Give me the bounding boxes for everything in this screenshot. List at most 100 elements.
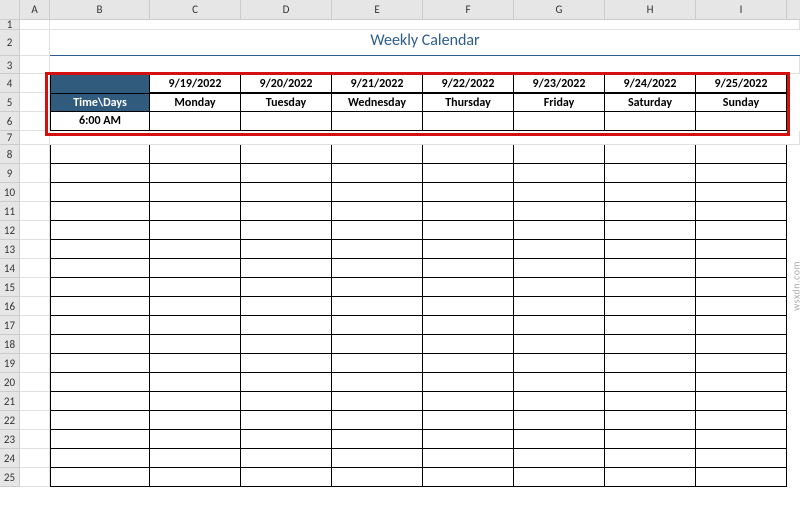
- calendar-cell[interactable]: [423, 430, 514, 449]
- calendar-cell[interactable]: [514, 411, 605, 430]
- calendar-cell[interactable]: [241, 112, 332, 131]
- calendar-cell[interactable]: [332, 468, 423, 487]
- calendar-cell[interactable]: [605, 468, 696, 487]
- calendar-cell[interactable]: [150, 468, 241, 487]
- day-header[interactable]: Wednesday: [332, 93, 423, 112]
- calendar-cell[interactable]: [50, 335, 150, 354]
- calendar-cell[interactable]: [50, 392, 150, 411]
- calendar-cell[interactable]: [696, 373, 787, 392]
- calendar-cell[interactable]: [241, 278, 332, 297]
- calendar-cell[interactable]: [241, 354, 332, 373]
- calendar-cell[interactable]: [241, 335, 332, 354]
- calendar-cell[interactable]: [696, 240, 787, 259]
- calendar-cell[interactable]: [605, 297, 696, 316]
- calendar-cell[interactable]: [150, 449, 241, 468]
- calendar-cell[interactable]: [150, 392, 241, 411]
- calendar-cell[interactable]: [605, 240, 696, 259]
- calendar-cell[interactable]: [514, 221, 605, 240]
- calendar-cell[interactable]: [150, 240, 241, 259]
- row-header-8[interactable]: 8: [0, 145, 20, 164]
- calendar-cell[interactable]: [696, 411, 787, 430]
- col-header-e[interactable]: E: [332, 0, 423, 19]
- calendar-cell[interactable]: [150, 183, 241, 202]
- calendar-cell[interactable]: [150, 411, 241, 430]
- calendar-cell[interactable]: [696, 316, 787, 335]
- calendar-cell[interactable]: [514, 354, 605, 373]
- calendar-cell[interactable]: [696, 164, 787, 183]
- calendar-cell[interactable]: [332, 430, 423, 449]
- calendar-cell[interactable]: [332, 221, 423, 240]
- calendar-cell[interactable]: [241, 221, 332, 240]
- col-header-g[interactable]: G: [514, 0, 605, 19]
- calendar-cell[interactable]: [241, 392, 332, 411]
- calendar-cell[interactable]: [332, 449, 423, 468]
- calendar-cell[interactable]: [605, 354, 696, 373]
- row-header-6[interactable]: 6: [0, 112, 20, 131]
- calendar-cell[interactable]: [605, 145, 696, 164]
- header-blank-cell[interactable]: [50, 74, 150, 93]
- row-header-9[interactable]: 9: [0, 164, 20, 183]
- day-header[interactable]: Saturday: [605, 93, 696, 112]
- calendar-cell[interactable]: [605, 392, 696, 411]
- calendar-cell[interactable]: [241, 430, 332, 449]
- calendar-cell[interactable]: [605, 430, 696, 449]
- calendar-cell[interactable]: [150, 335, 241, 354]
- date-header[interactable]: 9/25/2022: [696, 74, 787, 93]
- calendar-cell[interactable]: [696, 468, 787, 487]
- calendar-cell[interactable]: [50, 316, 150, 335]
- calendar-cell[interactable]: [50, 449, 150, 468]
- calendar-cell[interactable]: [150, 316, 241, 335]
- calendar-cell[interactable]: [150, 373, 241, 392]
- page-title[interactable]: Weekly Calendar: [50, 30, 800, 56]
- calendar-cell[interactable]: [514, 316, 605, 335]
- calendar-cell[interactable]: [50, 202, 150, 221]
- calendar-cell[interactable]: [423, 373, 514, 392]
- calendar-cell[interactable]: [332, 297, 423, 316]
- calendar-cell[interactable]: [514, 240, 605, 259]
- calendar-cell[interactable]: [514, 430, 605, 449]
- day-header[interactable]: Thursday: [423, 93, 514, 112]
- row-header-14[interactable]: 14: [0, 259, 20, 278]
- calendar-cell[interactable]: [423, 164, 514, 183]
- calendar-cell[interactable]: [605, 112, 696, 131]
- row-header-10[interactable]: 10: [0, 183, 20, 202]
- calendar-cell[interactable]: [423, 468, 514, 487]
- day-header[interactable]: Tuesday: [241, 93, 332, 112]
- calendar-cell[interactable]: [605, 373, 696, 392]
- calendar-cell[interactable]: [696, 221, 787, 240]
- calendar-cell[interactable]: [423, 259, 514, 278]
- calendar-cell[interactable]: [241, 411, 332, 430]
- calendar-cell[interactable]: [332, 373, 423, 392]
- calendar-cell[interactable]: [514, 468, 605, 487]
- calendar-cell[interactable]: [150, 164, 241, 183]
- row-header-15[interactable]: 15: [0, 278, 20, 297]
- calendar-cell[interactable]: [150, 354, 241, 373]
- calendar-cell[interactable]: [423, 449, 514, 468]
- calendar-cell[interactable]: [423, 411, 514, 430]
- row-header-13[interactable]: 13: [0, 240, 20, 259]
- calendar-cell[interactable]: [50, 183, 150, 202]
- col-header-i[interactable]: I: [696, 0, 787, 19]
- calendar-cell[interactable]: [332, 164, 423, 183]
- calendar-cell[interactable]: [423, 354, 514, 373]
- calendar-cell[interactable]: [241, 373, 332, 392]
- calendar-cell[interactable]: [332, 183, 423, 202]
- calendar-cell[interactable]: [241, 240, 332, 259]
- calendar-cell[interactable]: [423, 112, 514, 131]
- calendar-cell[interactable]: [241, 297, 332, 316]
- date-header[interactable]: 9/23/2022: [514, 74, 605, 93]
- calendar-cell[interactable]: [696, 278, 787, 297]
- calendar-cell[interactable]: [332, 145, 423, 164]
- calendar-cell[interactable]: [150, 221, 241, 240]
- row-header-16[interactable]: 16: [0, 297, 20, 316]
- row-header-5[interactable]: 5: [0, 93, 20, 112]
- calendar-cell[interactable]: [605, 335, 696, 354]
- calendar-cell[interactable]: [423, 278, 514, 297]
- calendar-cell[interactable]: [50, 164, 150, 183]
- calendar-cell[interactable]: [514, 112, 605, 131]
- row-header-2[interactable]: 2: [0, 30, 20, 56]
- calendar-cell[interactable]: [514, 373, 605, 392]
- calendar-cell[interactable]: [50, 411, 150, 430]
- date-header[interactable]: 9/19/2022: [150, 74, 241, 93]
- col-header-a[interactable]: A: [20, 0, 50, 19]
